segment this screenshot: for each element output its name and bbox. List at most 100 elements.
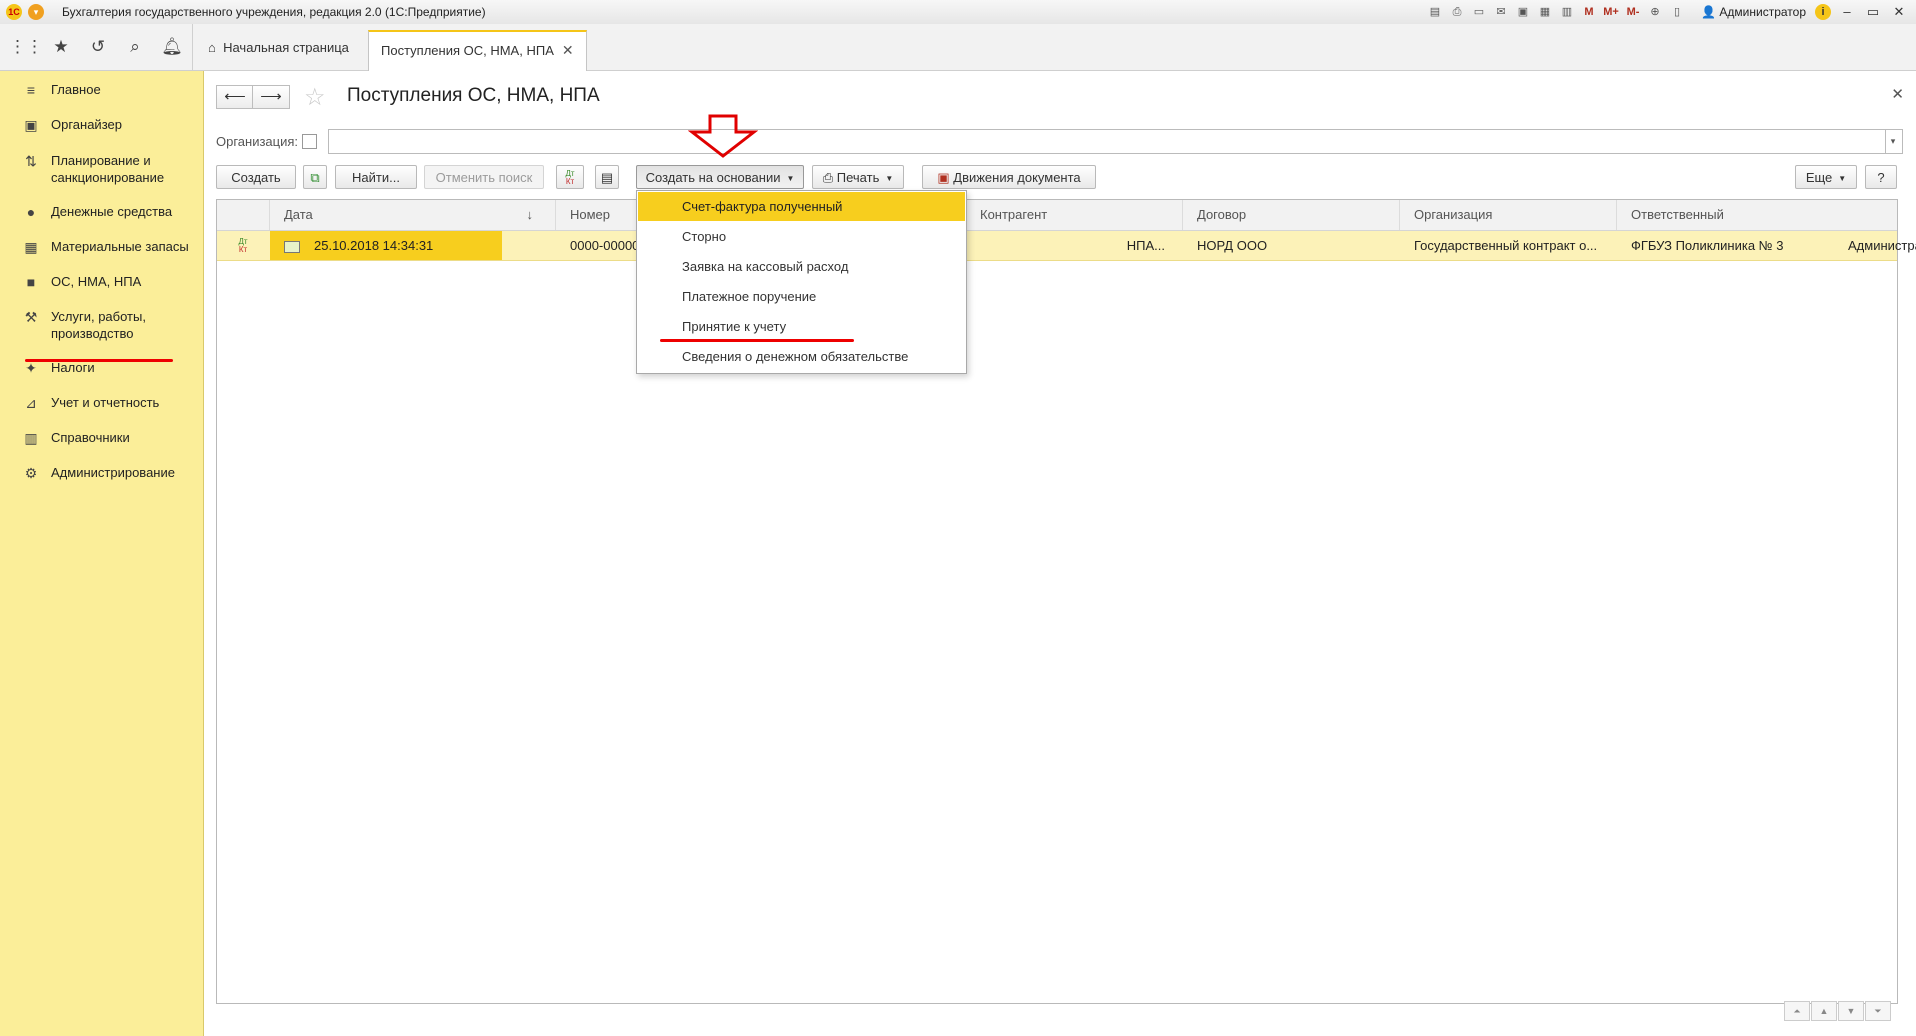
scroll-down-icon[interactable]: ▼ [1838,1001,1864,1021]
current-user[interactable]: 👤 Администратор [1701,5,1806,19]
memory-mplus-button[interactable]: M+ [1602,3,1620,21]
table-row[interactable]: Дт Кт 25.10.2018 14:34:31 0000-000001 НПА… [217,231,1916,261]
sidebar-item-stock[interactable]: ▦ Материальные запасы [0,238,203,256]
organizer-icon: ▣ [24,117,38,133]
close-tab-icon[interactable]: ✕ [562,42,574,58]
preview-icon[interactable]: ▭ [1470,3,1488,21]
column-header-icon [217,200,270,230]
help-button[interactable]: ? [1865,165,1897,189]
window-title: Бухгалтерия государственного учреждения,… [62,5,486,19]
sidebar-item-fixed-assets[interactable]: ■ ОС, НМА, НПА [0,273,203,291]
column-header-date[interactable]: Дата ↓ [270,200,556,230]
chevron-down-icon: ▼ [885,174,894,184]
scroll-bottom-icon[interactable]: ⏷ [1865,1001,1891,1021]
menu-item-cash-request[interactable]: Заявка на кассовый расход [638,252,965,281]
stock-icon: ▦ [24,239,38,255]
menu-item-invoice-received[interactable]: Счет-фактура полученный [638,192,965,221]
create-button[interactable]: Создать [216,165,296,189]
zoom-icon[interactable]: ⊕ [1646,3,1664,21]
search-icon[interactable]: ⌕ [120,34,150,60]
dt-kt-icon: Дт Кт [565,169,575,186]
sidebar-item-catalogs[interactable]: ▥ Справочники [0,429,203,447]
cell-organization[interactable]: ФГБУЗ Поликлиника № 3 [1617,231,1834,260]
sort-arrow-icon: ↓ [526,207,534,222]
column-header-contract[interactable]: Договор [1183,200,1400,230]
copy-document-button[interactable]: ⧉ [303,165,327,189]
menu-item-accept-to-accounting[interactable]: Принятие к учету [638,312,965,341]
cell-contract[interactable]: Государственный контракт о... [1400,231,1617,260]
gear-icon: ⚙ [24,465,38,481]
main-menu-button[interactable]: ▾ [28,4,44,20]
cell-responsible[interactable]: Администратор [1834,231,1916,260]
menu-item-monetary-obligation[interactable]: Сведения о денежном обязательстве [638,342,965,371]
more-button[interactable]: Еще ▼ [1795,165,1857,189]
info-icon[interactable]: i [1815,4,1831,20]
form-area: ⟵ ⟶ ☆ Поступления ОС, НМА, НПА ✕ Организ… [204,71,1916,1036]
create-based-on-button[interactable]: Создать на основании ▼ [636,165,804,189]
sidebar-item-organizer[interactable]: ▣ Органайзер [0,116,203,134]
cell-counterparty[interactable]: НОРД ООО [1183,231,1400,260]
menu-item-payment-order[interactable]: Платежное поручение [638,282,965,311]
tab-home[interactable]: ⌂ Начальная страница [196,32,361,64]
organization-field[interactable] [328,129,1886,154]
calculator-icon[interactable]: ▦ [1536,3,1554,21]
favorites-star-icon[interactable]: ★ [46,34,76,60]
column-header-counterparty[interactable]: Контрагент [966,200,1183,230]
sidebar-item-services[interactable]: ⚒ Услуги, работы, производство [0,308,203,342]
list-scroll-controls: ⏶ ▲ ▼ ⏷ [1783,1001,1891,1021]
menu-item-storno[interactable]: Сторно [638,222,965,251]
minimize-icon[interactable]: – [1834,2,1860,22]
sidebar-item-money[interactable]: ● Денежные средства [0,203,203,221]
posting-status-icon: Дт Кт [238,237,248,254]
organization-filter-checkbox[interactable] [302,134,317,149]
chevron-down-icon: ▼ [1838,174,1847,184]
document-icon: ▤ [600,170,614,185]
memory-mminus-button[interactable]: M- [1624,3,1642,21]
favorite-star-icon[interactable]: ☆ [304,83,326,112]
maximize-icon[interactable]: ▭ [1860,2,1886,22]
tab-receipts[interactable]: Поступления ОС, НМА, НПА ✕ [368,30,587,72]
print-icon[interactable]: ⎙ [1448,3,1466,21]
cell-date[interactable]: 25.10.2018 14:34:31 [270,231,502,260]
sidebar-item-planning[interactable]: ⇅ Планирование и санкционирование [0,152,203,186]
column-header-responsible[interactable]: Ответственный [1617,200,1897,230]
cancel-search-button[interactable]: Отменить поиск [424,165,544,189]
sidebar-item-admin[interactable]: ⚙ Администрирование [0,464,203,482]
annotation-arrow-icon [688,114,758,158]
history-icon[interactable]: ↺ [83,34,113,60]
save-icon[interactable]: ▤ [1426,3,1444,21]
scroll-top-icon[interactable]: ⏶ [1784,1001,1810,1021]
sidebar-item-reporting[interactable]: ⊿ Учет и отчетность [0,394,203,412]
find-button[interactable]: Найти... [335,165,417,189]
organization-label: Организация: [216,134,299,149]
mail-icon[interactable]: ✉ [1492,3,1510,21]
organization-dropdown-button[interactable]: ▾ [1884,129,1903,154]
document-movements-button[interactable]: ▣ Движения документа [922,165,1096,189]
print-button[interactable]: ⎙ Печать ▼ [812,165,904,189]
page-title: Поступления ОС, НМА, НПА [347,85,600,106]
documents-table[interactable]: Дата ↓ Номер Контрагент Договор Организац… [216,199,1916,1004]
sidebar-item-main[interactable]: ≡ Главное [0,81,203,99]
scroll-up-icon[interactable]: ▲ [1811,1001,1837,1021]
apps-grid-icon[interactable]: ⋮⋮ [9,34,43,60]
calendar-icon[interactable]: ▥ [1558,3,1576,21]
forward-button[interactable]: ⟶ [252,85,290,109]
report-icon: ⊿ [25,395,37,411]
report-button[interactable]: ▤ [595,165,619,189]
memory-m-button[interactable]: M [1580,3,1598,21]
column-header-organization[interactable]: Организация [1400,200,1617,230]
chevron-down-icon: ▼ [786,174,795,184]
emblem-icon: ✦ [25,360,37,376]
arrow-right-icon: ⟶ [260,88,282,105]
panel-icon[interactable]: ▯ [1668,3,1686,21]
attach-icon[interactable]: ▣ [1514,3,1532,21]
tab-bar: ⋮⋮ ★ ↺ ⌕ 🔔︎ ⌂ Начальная страница Поступл… [0,24,1916,72]
bell-icon[interactable]: 🔔︎ [157,34,187,60]
close-window-icon[interactable]: ✕ [1886,2,1912,22]
window-titlebar: 1С ▾ Бухгалтерия государственного учрежд… [0,0,1916,25]
close-form-icon[interactable]: ✕ [1891,85,1904,103]
sidebar-item-taxes[interactable]: ✦ Налоги [0,359,203,377]
back-button[interactable]: ⟵ [216,85,254,109]
dt-kt-button[interactable]: Дт Кт [556,165,584,189]
cell-hidden-column[interactable]: НПА... [966,231,1183,260]
